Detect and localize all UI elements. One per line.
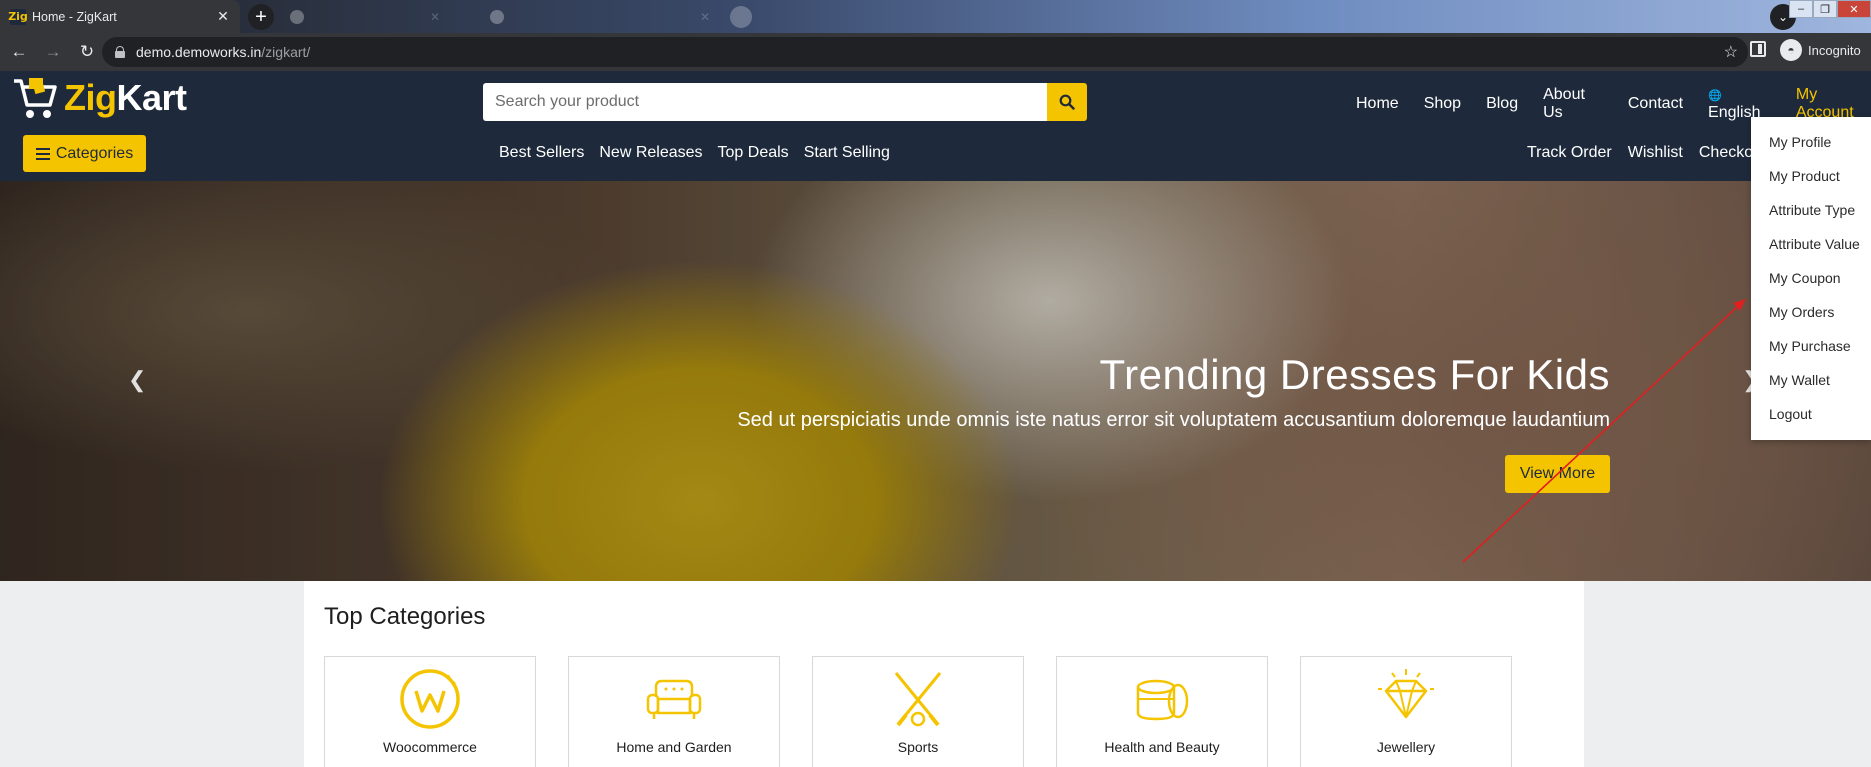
new-tab-plus-icon[interactable] [730, 6, 752, 28]
nav-home[interactable]: Home [1356, 95, 1399, 113]
nav-about-us[interactable]: About Us [1543, 86, 1603, 122]
browser-tab-background[interactable]: ✕ [490, 4, 710, 30]
category-cards: Woocommerce Home and Garden Sports Healt… [324, 656, 1512, 767]
menu-item-my-orders[interactable]: My Orders [1751, 295, 1871, 329]
bookmark-star-icon[interactable]: ☆ [1724, 42, 1738, 62]
menu-item-my-wallet[interactable]: My Wallet [1751, 363, 1871, 397]
forward-arrow-icon[interactable]: → [38, 37, 68, 67]
category-card-home-and-garden[interactable]: Home and Garden [568, 656, 780, 767]
category-card-woocommerce[interactable]: Woocommerce [324, 656, 536, 767]
hamburger-icon [35, 147, 50, 160]
category-label: Home and Garden [616, 739, 732, 755]
hero-subtitle: Sed ut perspiciatis unde omnis iste natu… [737, 409, 1610, 431]
category-label: Sports [897, 739, 939, 755]
category-card-health-and-beauty[interactable]: Health and Beauty [1056, 656, 1268, 767]
menu-item-my-product[interactable]: My Product [1751, 159, 1871, 193]
hero-title: Trending Dresses For Kids [1099, 351, 1610, 398]
url-host: demo.demoworks.in [136, 44, 262, 60]
site-header: ZigKart Home Shop Blog About Us Contact … [0, 71, 1871, 181]
view-more-button[interactable]: View More [1505, 455, 1610, 493]
categories-button[interactable]: Categories [23, 135, 146, 172]
menu-item-logout[interactable]: Logout [1751, 397, 1871, 431]
menu-item-attribute-value[interactable]: Attribute Value [1751, 227, 1871, 261]
menu-item-my-purchase[interactable]: My Purchase [1751, 329, 1871, 363]
carousel-prev-icon[interactable]: ❮ [128, 367, 146, 393]
nav-shop[interactable]: Shop [1424, 95, 1461, 113]
logo-text: ZigKart [64, 77, 187, 118]
cart-logo-icon [14, 78, 57, 118]
nav-top-deals[interactable]: Top Deals [718, 144, 789, 162]
categories-label: Categories [55, 144, 134, 162]
menu-item-my-coupon[interactable]: My Coupon [1751, 261, 1871, 295]
globe-icon: 🌐 [1708, 90, 1722, 102]
browser-tab-bar: Zig Home - ZigKart ✕ + ✕ ✕ ⌄ – ❐ ✕ [0, 0, 1871, 33]
utility-nav: Track Order Wishlist Checkout [1527, 144, 1766, 162]
close-icon[interactable]: ✕ [430, 10, 440, 24]
minimize-icon[interactable]: – [1789, 0, 1813, 18]
woocommerce-icon [400, 669, 460, 729]
lock-icon[interactable] [114, 46, 126, 58]
section-title: Top Categories [324, 603, 486, 630]
product-search [483, 83, 1087, 121]
incognito-badge[interactable]: ◓ Incognito [1780, 39, 1861, 61]
hero-banner: ❮ ❯ Trending Dresses For Kids Sed ut per… [0, 181, 1871, 581]
category-label: Jewellery [1376, 739, 1436, 755]
cream-jar-icon [1136, 679, 1189, 721]
zigkart-favicon-icon: Zig [8, 8, 28, 25]
cricket-bats-icon [894, 672, 942, 727]
sofa-icon [646, 679, 702, 719]
close-icon[interactable]: ✕ [700, 10, 710, 24]
menu-item-my-profile[interactable]: My Profile [1751, 125, 1871, 159]
restore-icon[interactable]: ❐ [1813, 0, 1837, 18]
site-logo[interactable]: ZigKart [12, 75, 187, 121]
top-categories-section: Top Categories Woocommerce Home and Gard… [304, 581, 1584, 767]
search-input[interactable] [483, 83, 1047, 121]
secondary-nav: Best Sellers New Releases Top Deals Star… [499, 144, 890, 162]
nav-blog[interactable]: Blog [1486, 95, 1518, 113]
nav-wishlist[interactable]: Wishlist [1628, 144, 1683, 162]
diamond-icon [1378, 669, 1434, 719]
browser-tab-background[interactable]: ✕ [290, 4, 440, 30]
url-path: /zigkart/ [261, 44, 311, 60]
window-close-icon[interactable]: ✕ [1837, 0, 1871, 18]
category-label: Health and Beauty [1104, 739, 1220, 755]
account-dropdown-menu: My Profile My Product Attribute Type Att… [1751, 117, 1871, 440]
nav-track-order[interactable]: Track Order [1527, 144, 1612, 162]
tab-title: Home - ZigKart [32, 9, 117, 24]
close-icon[interactable]: ✕ [212, 6, 234, 28]
incognito-icon: ◓ [1780, 39, 1802, 61]
nav-contact[interactable]: Contact [1628, 95, 1683, 113]
nav-start-selling[interactable]: Start Selling [804, 144, 890, 162]
url-field[interactable]: demo.demoworks.in/zigkart/ ☆ [102, 37, 1748, 67]
menu-item-attribute-type[interactable]: Attribute Type [1751, 193, 1871, 227]
category-card-sports[interactable]: Sports [812, 656, 1024, 767]
browser-address-bar: ← → ↻ demo.demoworks.in/zigkart/ ☆ ◓ Inc… [0, 33, 1871, 71]
side-panel-icon[interactable] [1750, 41, 1766, 57]
page-favicon-icon [490, 10, 504, 24]
nav-new-releases[interactable]: New Releases [599, 144, 702, 162]
incognito-label: Incognito [1808, 42, 1861, 58]
nav-best-sellers[interactable]: Best Sellers [499, 144, 584, 162]
window-controls: – ❐ ✕ [1789, 0, 1871, 18]
search-icon [1059, 94, 1075, 110]
page-favicon-icon [290, 10, 304, 24]
category-label: Woocommerce [383, 739, 477, 755]
browser-tab-active[interactable]: Zig Home - ZigKart ✕ [0, 0, 240, 33]
search-button[interactable] [1047, 83, 1087, 121]
reload-icon[interactable]: ↻ [72, 37, 102, 67]
category-card-jewellery[interactable]: Jewellery [1300, 656, 1512, 767]
new-tab-plus-icon[interactable]: + [248, 4, 274, 30]
back-arrow-icon[interactable]: ← [4, 37, 34, 67]
